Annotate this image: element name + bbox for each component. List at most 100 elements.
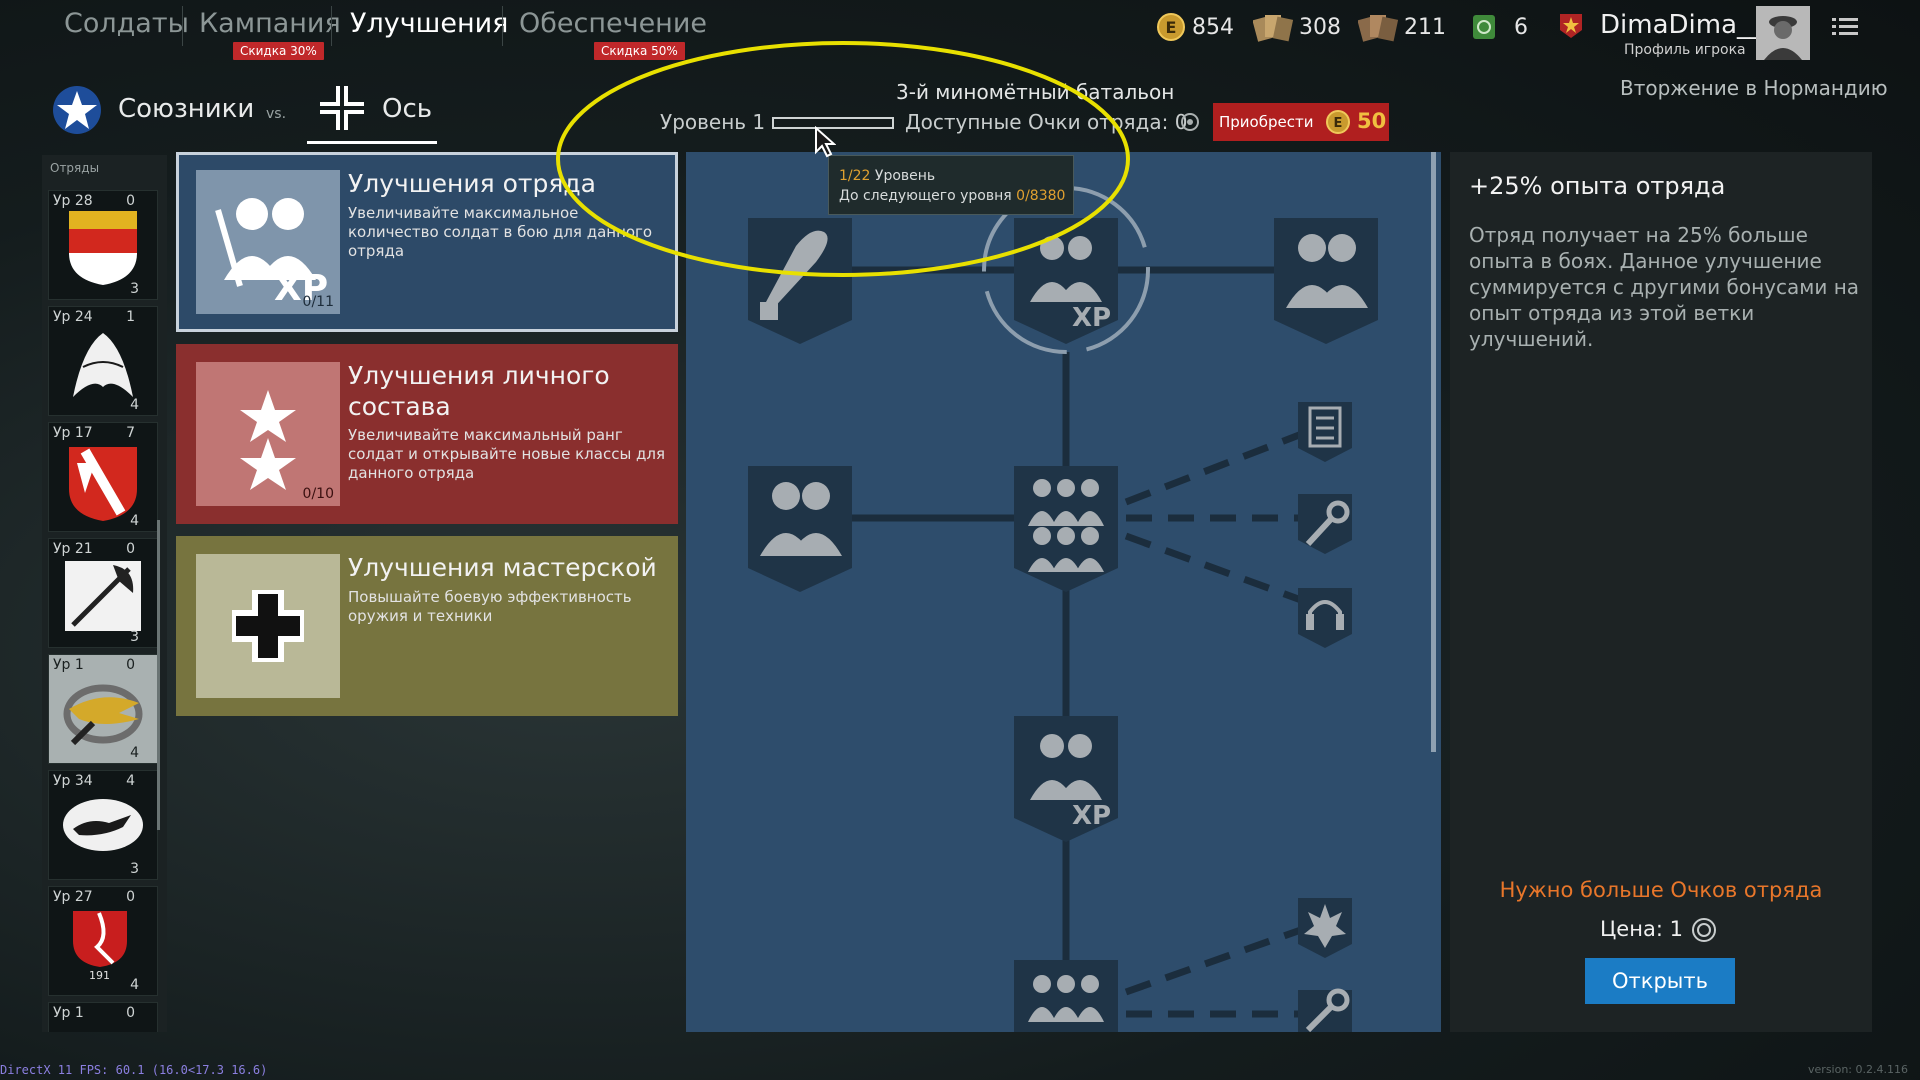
squad-points: 0 xyxy=(126,541,135,557)
squad-emblem-greyhound-icon xyxy=(63,799,143,851)
squad-card[interactable]: Ур 21 0 3 xyxy=(48,538,158,648)
squad-level: Ур 27 xyxy=(53,889,93,905)
category-title: Улучшения личного состава xyxy=(348,361,610,421)
squad-points: 7 xyxy=(126,425,135,441)
squad-card[interactable]: Ур 17 7 4 xyxy=(48,422,158,532)
avatar[interactable] xyxy=(1756,6,1810,60)
category-progress: 0/11 xyxy=(302,294,334,310)
squad-card[interactable]: Ур 24 1 4 xyxy=(48,306,158,416)
category-thumb: XP 0/11 xyxy=(196,170,340,314)
tree-node-wrench xyxy=(1298,988,1352,1032)
cards-icon xyxy=(1358,15,1398,42)
squad-slots: 3 xyxy=(130,281,139,297)
category-title: Улучшения мастерской xyxy=(348,553,657,582)
squad-card[interactable]: Ур 27 0 191 4 xyxy=(48,886,158,996)
tickets-value: 6 xyxy=(1514,14,1528,40)
versus-label: vs. xyxy=(266,106,287,122)
squad-level: Ур 1 xyxy=(53,657,84,673)
gold-coin-icon: E xyxy=(1157,13,1185,41)
player-name[interactable]: DimaDima__ xyxy=(1600,10,1763,40)
campaign-discount-badge: Скидка 30% xyxy=(233,42,324,60)
squad-list-scrollbar[interactable] xyxy=(157,520,160,830)
squad-level: Ур 1 xyxy=(53,1005,84,1021)
squad-card[interactable]: Ур 28 0 3 xyxy=(48,190,158,300)
upgrade-tree-canvas: XP XP xyxy=(748,186,1378,1032)
detail-price: Цена: 1 xyxy=(1600,917,1683,941)
squad-points: 0 xyxy=(126,1005,135,1021)
squad-points: 0 xyxy=(126,889,135,905)
squad-emblem-axe-icon xyxy=(65,561,141,631)
tree-node-squad-size xyxy=(748,466,852,592)
tickets-counter[interactable]: 6 xyxy=(1470,12,1528,42)
debug-fps: DirectX 11 FPS: 60.1 (16.0<17.3 16.6) xyxy=(0,1063,268,1077)
category-description: Повышайте боевую эффективность оружия и … xyxy=(348,588,632,625)
squad-emblem-shield-icon xyxy=(69,211,137,285)
tree-scrollbar[interactable] xyxy=(1431,152,1436,752)
squad-card[interactable]: Ур 34 4 3 xyxy=(48,770,158,880)
squad-emblem-oak-leaves-icon xyxy=(73,333,133,397)
squad-badge-number: 191 xyxy=(89,969,110,982)
version-label: version: 0.2.4.116 xyxy=(1808,1063,1908,1076)
squad-points: 0 xyxy=(126,657,135,673)
nav-tab-soldiers[interactable]: Солдаты xyxy=(64,8,189,39)
tree-node-squad-large xyxy=(1014,960,1118,1032)
nav-tab-upgrades[interactable]: Улучшения xyxy=(350,8,508,39)
buy-points-button[interactable]: Приобрести E 50 xyxy=(1213,103,1389,141)
nav-divider xyxy=(331,6,332,46)
squad-card-selected[interactable]: Ур 1 0 4 xyxy=(48,654,158,764)
tree-node-wrench xyxy=(1298,494,1352,554)
svg-text:E: E xyxy=(1334,116,1343,131)
tree-connector-dashed xyxy=(1124,426,1314,506)
squad-slots: 4 xyxy=(130,745,139,761)
tree-node-squad-xp: XP xyxy=(1014,716,1118,842)
squad-slots: 3 xyxy=(130,861,139,877)
faction-axis[interactable]: Ось xyxy=(382,94,432,124)
category-progress: 0/10 xyxy=(302,486,334,502)
cards-icon xyxy=(1253,15,1293,42)
squad-card[interactable]: Ур 1 0 xyxy=(48,1002,158,1032)
xp-label: XP xyxy=(1072,303,1111,333)
highlight-ellipse-annotation xyxy=(556,41,1130,277)
squad-emblem-red-shield-icon xyxy=(73,911,127,967)
squad-xp-icon: XP xyxy=(215,198,328,309)
tree-node-explosion xyxy=(1298,898,1352,958)
xp-label: XP xyxy=(1072,801,1111,831)
allies-star-icon[interactable] xyxy=(52,85,102,135)
squad-emblem-eagle-wreath-icon xyxy=(63,684,143,746)
nav-divider xyxy=(502,6,503,46)
squad-level: Ур 34 xyxy=(53,773,93,789)
squad-emblem-bolt-shield-icon xyxy=(69,447,137,521)
category-personnel-upgrades[interactable]: 0/10 Улучшения личного состава Увеличива… xyxy=(176,344,678,524)
faction-axis-underline xyxy=(307,141,437,144)
squad-slots: 3 xyxy=(130,629,139,645)
tree-node-squad-size xyxy=(1274,218,1378,344)
category-workshop-upgrades[interactable]: Улучшения мастерской Повышайте боевую эф… xyxy=(176,536,678,716)
gold-value: 854 xyxy=(1192,14,1234,40)
player-profile-link[interactable]: Профиль игрока xyxy=(1624,42,1746,58)
open-upgrade-button[interactable]: Открыть xyxy=(1585,958,1735,1004)
category-description: Увеличивайте максимальный ранг солдат и … xyxy=(348,426,666,482)
squad-list[interactable]: Отряды Ур 28 0 3 Ур 24 1 4 Ур 17 7 4 Ур … xyxy=(42,155,167,1032)
ticket-icon xyxy=(1473,15,1495,39)
nav-tab-campaign[interactable]: Кампания xyxy=(199,8,341,39)
menu-icon[interactable] xyxy=(1832,16,1858,38)
tree-node-squad-large xyxy=(1014,466,1118,592)
category-thumb xyxy=(196,554,340,698)
gold-coin-icon: E xyxy=(1326,110,1350,134)
svg-text:E: E xyxy=(1166,18,1177,37)
squad-list-header: Отряды xyxy=(50,161,100,175)
upgrade-tree[interactable]: XP XP xyxy=(686,152,1441,1032)
squad-slots: 4 xyxy=(130,977,139,993)
faction-allies[interactable]: Союзники xyxy=(118,94,254,124)
squad-points-icon xyxy=(1181,113,1199,131)
cards-counter-2[interactable]: 211 xyxy=(1358,12,1446,42)
campaign-name: Вторжение в Нормандию xyxy=(1620,76,1888,100)
detail-description: Отряд получает на 25% больше опыта в боя… xyxy=(1469,223,1860,351)
squad-slots: 4 xyxy=(130,513,139,529)
gold-counter[interactable]: E 854 xyxy=(1156,12,1234,42)
axis-cross-icon[interactable] xyxy=(316,82,368,134)
cards-1-value: 308 xyxy=(1299,14,1341,40)
rank-stars-icon xyxy=(240,390,296,490)
cards-counter-1[interactable]: 308 xyxy=(1253,12,1341,42)
squad-level: Ур 21 xyxy=(53,541,93,557)
